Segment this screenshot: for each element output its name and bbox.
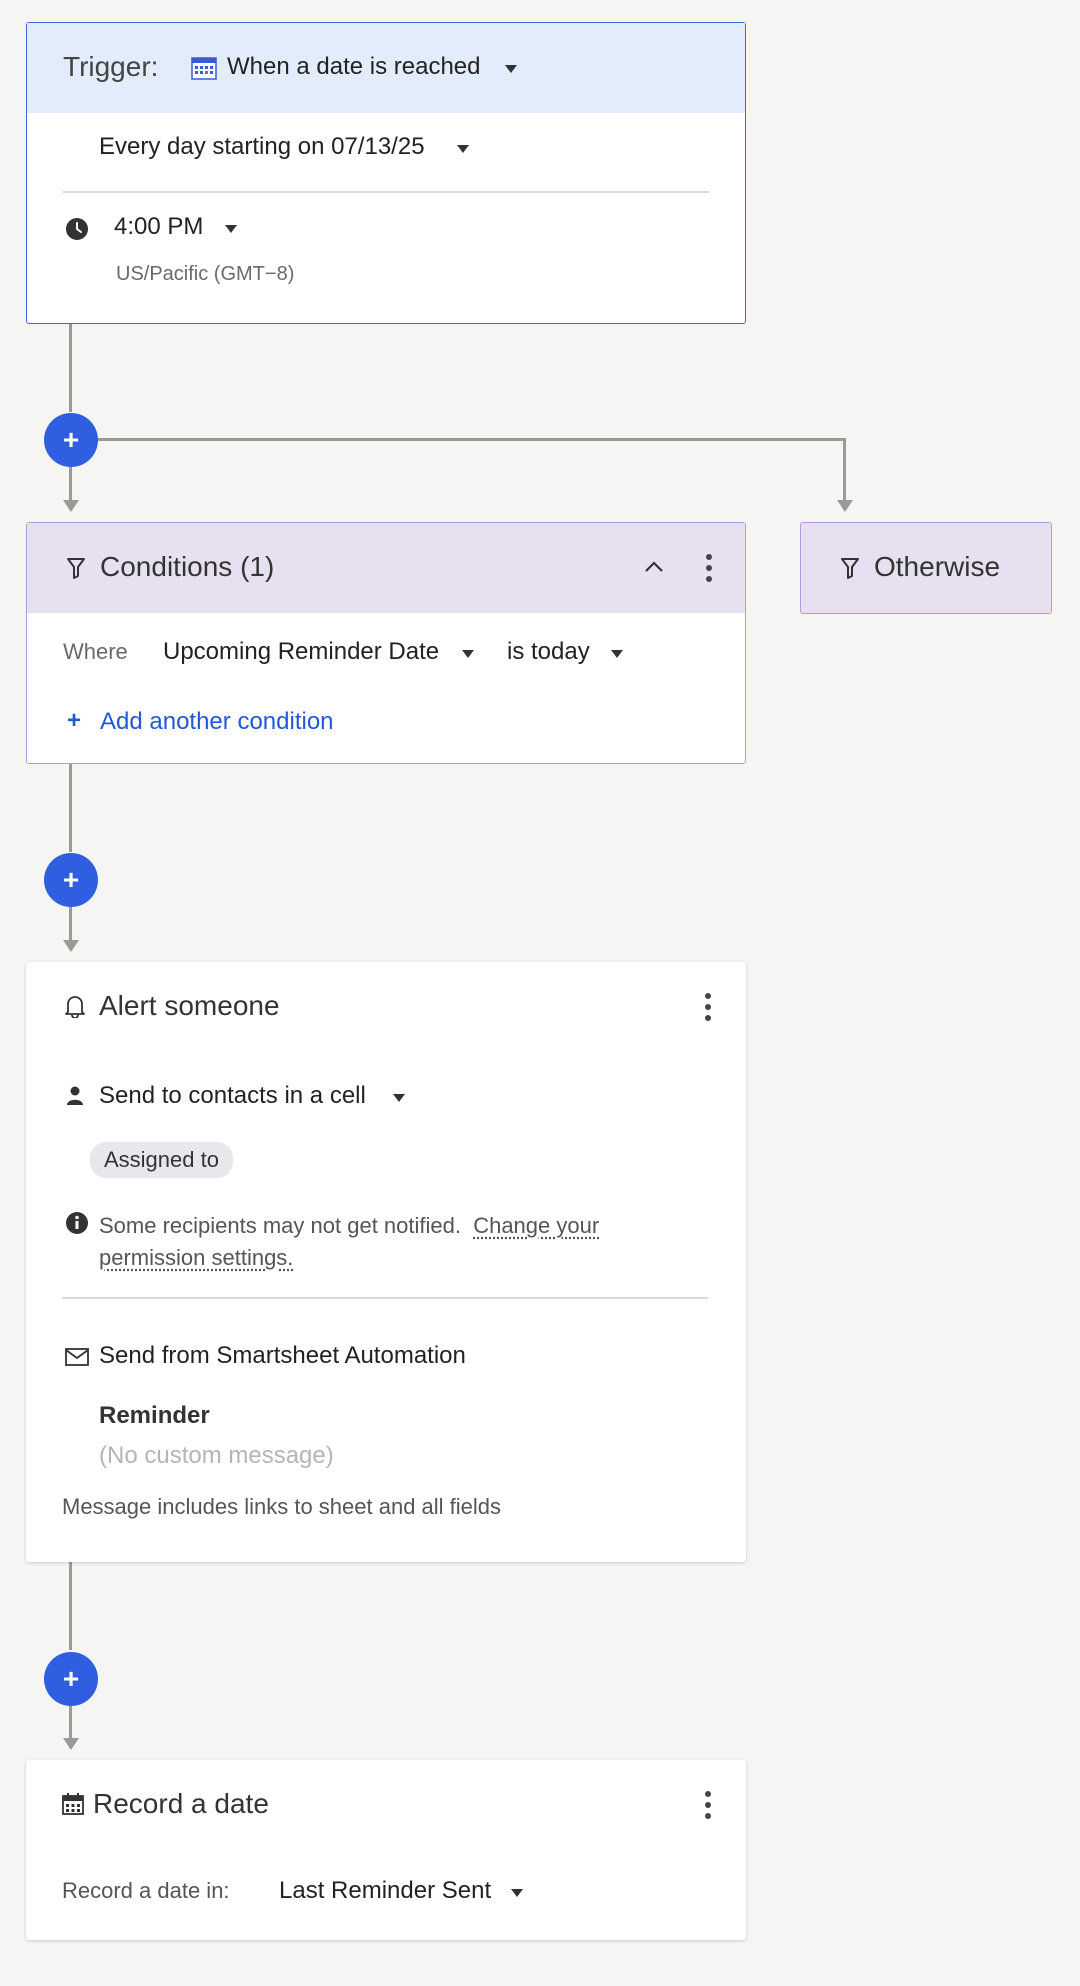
divider (62, 1297, 708, 1299)
permission-warning: Some recipients may not get notified. Ch… (99, 1210, 699, 1274)
filter-icon (67, 558, 85, 579)
alert-card: Alert someone Send to contacts in a cell… (26, 962, 746, 1562)
message-subject[interactable]: Reminder (99, 1402, 210, 1430)
otherwise-branch[interactable]: Otherwise (800, 522, 1052, 614)
trigger-time-select[interactable]: 4:00 PM (114, 213, 203, 241)
connector-line (69, 764, 72, 852)
trigger-frequency-select[interactable]: Every day starting on 07/13/25 (99, 133, 425, 161)
filter-icon (841, 558, 859, 579)
connector-arrow (63, 940, 79, 952)
bell-icon (65, 996, 85, 1018)
change-permission-link[interactable]: Change your (473, 1213, 599, 1238)
conditions-title: Conditions (1) (100, 551, 275, 582)
plus-icon[interactable]: + (67, 707, 81, 735)
connector-line (69, 324, 72, 412)
where-label: Where (63, 639, 128, 664)
envelope-icon (65, 1348, 89, 1366)
chevron-down-icon[interactable] (611, 650, 623, 658)
chevron-down-icon[interactable] (225, 225, 237, 233)
add-step-button[interactable]: + (44, 1652, 98, 1706)
more-options-icon[interactable] (703, 993, 713, 1027)
message-body[interactable]: (No custom message) (99, 1442, 334, 1470)
branch-line (98, 438, 846, 441)
trigger-label: Trigger: (63, 51, 159, 82)
change-permission-link[interactable]: permission settings. (99, 1245, 293, 1270)
trigger-timezone: US/Pacific (GMT−8) (116, 263, 295, 285)
more-options-icon[interactable] (704, 554, 714, 588)
divider (63, 191, 709, 193)
person-icon (67, 1086, 83, 1105)
send-to-select[interactable]: Send to contacts in a cell (99, 1082, 366, 1110)
condition-field-select[interactable]: Upcoming Reminder Date (163, 638, 439, 666)
info-icon (66, 1212, 88, 1234)
chevron-down-icon[interactable] (505, 65, 517, 73)
chevron-down-icon[interactable] (393, 1094, 405, 1102)
chevron-down-icon[interactable] (457, 145, 469, 153)
calendar-icon (62, 1793, 84, 1815)
add-step-button[interactable]: + (44, 853, 98, 907)
calendar-icon (191, 57, 217, 80)
connector-line (69, 1562, 72, 1650)
more-options-icon[interactable] (703, 1791, 713, 1825)
record-date-card: Record a date Record a date in: Last Rem… (26, 1760, 746, 1940)
trigger-card: Trigger: When a date is reached Every da… (26, 22, 746, 324)
conditions-card: Conditions (1) Where Upcoming Reminder D… (26, 522, 746, 764)
connector-arrow (63, 1738, 79, 1750)
chevron-down-icon[interactable] (462, 650, 474, 658)
otherwise-label: Otherwise (874, 551, 1001, 582)
record-title: Record a date (93, 1788, 269, 1819)
record-date-label: Record a date in: (62, 1878, 230, 1903)
connector-arrow (837, 500, 853, 512)
record-column-select[interactable]: Last Reminder Sent (279, 1877, 491, 1905)
send-from-label: Send from Smartsheet Automation (99, 1342, 466, 1369)
trigger-type-select[interactable]: When a date is reached (227, 53, 481, 81)
connector-arrow (63, 500, 79, 512)
add-step-button[interactable]: + (44, 413, 98, 467)
warning-text: Some recipients may not get notified. (99, 1213, 461, 1238)
recipient-chip[interactable]: Assigned to (90, 1142, 233, 1178)
alert-title: Alert someone (99, 990, 280, 1021)
chevron-up-icon[interactable] (644, 559, 664, 573)
condition-operator-select[interactable]: is today (507, 638, 590, 666)
chevron-down-icon[interactable] (511, 1889, 523, 1897)
message-includes-note: Message includes links to sheet and all … (62, 1494, 502, 1519)
add-condition-link[interactable]: Add another condition (100, 708, 334, 736)
clock-icon (66, 218, 88, 240)
